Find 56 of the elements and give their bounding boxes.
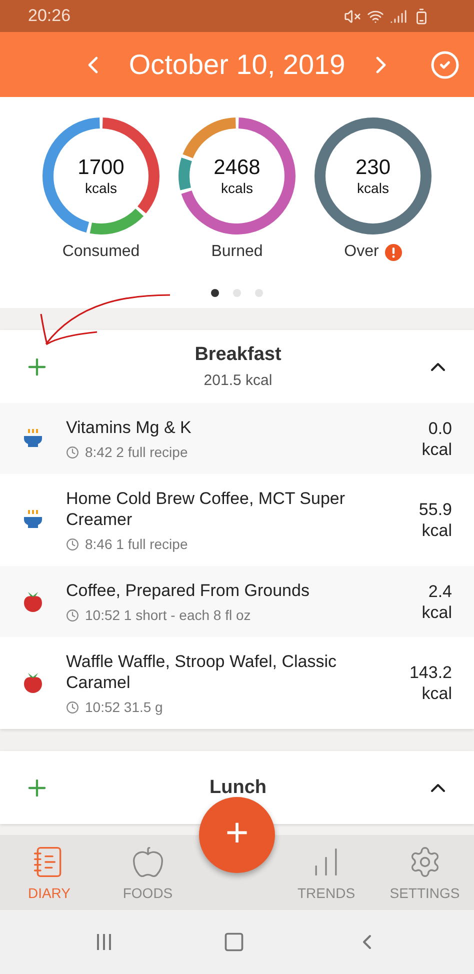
apple-icon (23, 590, 43, 612)
bowl-icon (23, 509, 43, 531)
food-entry[interactable]: Home Cold Brew Coffee, MCT Super Creamer 8:46 1 full recipe 55.9 kcal (0, 474, 474, 566)
alert-icon (384, 244, 402, 260)
kcal-value: 2.4 (428, 580, 452, 602)
page-dot[interactable] (233, 289, 241, 297)
page-dot[interactable] (255, 289, 263, 297)
food-entry[interactable]: Coffee, Prepared From Grounds 10:52 1 short - each 8 fl oz 2.4 kcal (0, 566, 474, 637)
nav-tab[interactable]: TRENDS (277, 844, 376, 900)
food-entry[interactable]: Waffle Waffle, Stroop Wafel, Classic Caramel 10:52 31.5 g 143.2 kcal (0, 637, 474, 729)
kcal-unit: kcal (422, 520, 452, 541)
food-name: Vitamins Mg & K (66, 417, 192, 438)
apple-icon (23, 672, 43, 694)
home-icon[interactable] (223, 931, 245, 953)
kcal-value: 0.0 (428, 418, 452, 438)
meal-total: 201.5 kcal (204, 372, 272, 389)
food-entry[interactable]: Vitamins Mg & K 8:42 2 full recipe 0.0 kcal (0, 403, 474, 474)
ring-value: 230 (355, 156, 391, 180)
ring-unit: kcals (221, 180, 253, 196)
food-detail: 10:52 31.5 g (85, 699, 163, 715)
nav-tab[interactable]: DIARY (0, 844, 98, 900)
ring-value: 1700 (78, 156, 124, 180)
ring-label: Burned (211, 243, 263, 261)
bowl-icon (23, 428, 43, 450)
food-detail: 10:52 1 short - each 8 fl oz (85, 607, 251, 623)
kcal-unit: kcal (422, 438, 452, 460)
nav-tab[interactable]: SETTINGS (376, 844, 474, 900)
recent-apps-icon[interactable] (95, 933, 113, 951)
ring-unit: kcals (357, 180, 389, 196)
meal-title: Breakfast (194, 344, 282, 366)
clock-icon (66, 608, 79, 622)
signal-icon (390, 8, 407, 24)
apple-icon (130, 844, 165, 878)
kcal-value: 143.2 (409, 662, 452, 683)
ring-label: Over (344, 243, 379, 261)
mute-icon (344, 8, 361, 24)
ring-value: 2468 (214, 156, 260, 180)
nav-tab[interactable]: FOODS (98, 844, 197, 900)
food-name: Home Cold Brew Coffee, MCT Super Creamer (66, 488, 346, 530)
food-name: Waffle Waffle, Stroop Wafel, Classic Caramel (66, 651, 338, 693)
date-title: October 10, 2019 (128, 48, 346, 80)
status-time: 20:26 (28, 6, 71, 26)
ring-label: Consumed (62, 243, 140, 261)
check-icon[interactable] (430, 50, 460, 80)
food-name: Coffee, Prepared From Grounds (66, 580, 310, 601)
page-dot[interactable] (211, 289, 219, 297)
clock-icon (66, 446, 79, 458)
meal-title: Lunch (210, 776, 266, 798)
kcal-unit: kcal (422, 602, 452, 622)
clock-icon (66, 538, 79, 550)
kcal-value: 55.9 (418, 499, 452, 520)
food-detail: 8:46 1 full recipe (85, 536, 188, 552)
food-detail: 8:42 2 full recipe (85, 444, 188, 460)
clock-icon (66, 700, 79, 714)
kcal-unit: kcal (422, 683, 452, 704)
ring-unit: kcals (85, 180, 117, 196)
